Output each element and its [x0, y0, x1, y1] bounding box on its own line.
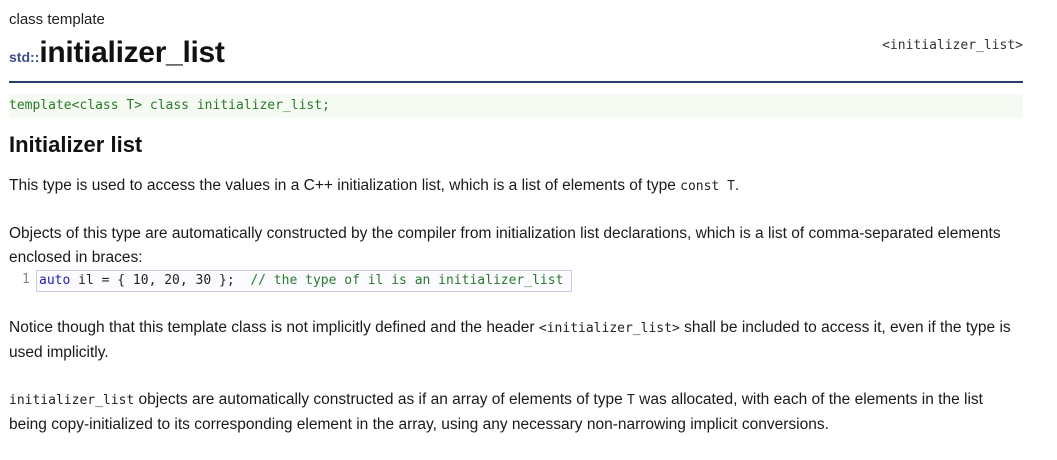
- code-text: il = { 10, 20, 30 };: [70, 273, 251, 288]
- paragraph-description: This type is used to access the values i…: [9, 174, 1023, 199]
- title-namespace: std::: [9, 49, 40, 65]
- paragraph-text: .: [734, 177, 740, 194]
- paragraph-header-note: Notice though that this template class i…: [9, 316, 1023, 365]
- paragraph-text: objects are automatically constructed as…: [134, 391, 628, 408]
- inline-code: initializer_list: [9, 393, 135, 408]
- paragraph-text: Notice though that this template class i…: [9, 319, 539, 336]
- code-line[interactable]: auto il = { 10, 20, 30 }; // the type of…: [36, 270, 573, 292]
- prototype-code: template<class T> class initializer_list…: [9, 98, 330, 113]
- paragraph-construction: Objects of this type are automatically c…: [9, 225, 1001, 266]
- paragraph-text: This type is used to access the values i…: [9, 177, 681, 194]
- code-keyword: auto: [39, 273, 71, 288]
- inline-code-header[interactable]: <initializer_list>: [539, 321, 680, 336]
- title-divider: [9, 81, 1023, 83]
- line-number: 1: [22, 272, 30, 287]
- inline-code-type: T: [627, 393, 635, 408]
- section-heading: Initializer list: [9, 132, 143, 157]
- title-name: initializer_list: [39, 36, 225, 69]
- header-file-link[interactable]: <initializer_list>: [882, 38, 1023, 53]
- entity-category: class template: [9, 11, 105, 28]
- page-title: std::initializer_list: [9, 36, 225, 70]
- paragraph-array-semantics: initializer_list objects are automatical…: [9, 388, 1023, 437]
- code-comment: // the type of il is an initializer_list: [250, 273, 564, 288]
- inline-code: const T: [680, 179, 735, 194]
- prototype-box: template<class T> class initializer_list…: [9, 94, 1023, 118]
